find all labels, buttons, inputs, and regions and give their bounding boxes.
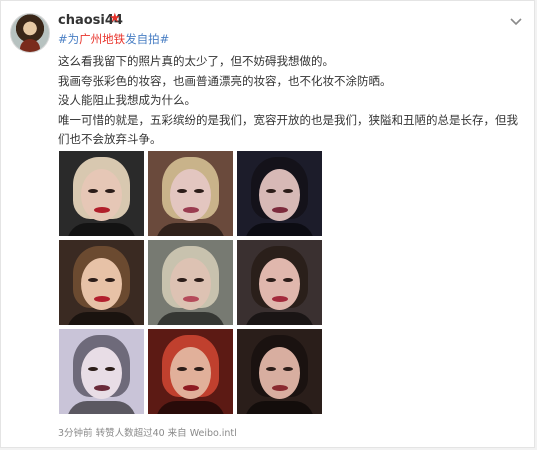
topic-suffix: 发自拍# [125, 32, 170, 46]
photo-grid [59, 151, 322, 414]
post-line: 我画夸张彩色的妆容，也画普通漂亮的妆容，也不化妆不涂防晒。 [58, 73, 392, 88]
photo-thumbnail[interactable] [59, 240, 144, 325]
post-line: 没人能阻止我想成为什么。 [58, 93, 196, 107]
photo-thumbnail[interactable] [237, 151, 322, 236]
photo-thumbnail[interactable] [237, 329, 322, 414]
chevron-down-icon[interactable] [509, 14, 523, 28]
topic-hashtag[interactable]: #为广州地铁发自拍# [58, 31, 169, 47]
photo-thumbnail[interactable] [237, 240, 322, 325]
topic-highlight: 广州地铁 [79, 32, 126, 46]
post-line: 唯一可惜的就是，五彩缤纷的是我们，宽容开放的也是我们，狭隘和丑陋的总是长存，但我… [58, 112, 518, 147]
post-meta: 3分钟前 转赞人数超过40 来自 Weibo.intl [58, 428, 237, 439]
photo-thumbnail[interactable] [59, 151, 144, 236]
topic-prefix: #为 [58, 32, 80, 46]
post-text: 这么看我留下的照片真的太少了，但不妨碍我想做的。 我画夸张彩色的妆容，也画普通漂… [58, 52, 528, 150]
weibo-post-card: chaosi44 ★ #为广州地铁发自拍# 这么看我留下的照片真的太少了，但不妨… [0, 0, 535, 448]
photo-thumbnail[interactable] [148, 151, 233, 236]
photo-thumbnail[interactable] [59, 329, 144, 414]
red-star-badge-icon: ★ [109, 11, 121, 26]
avatar[interactable] [10, 13, 50, 53]
photo-thumbnail[interactable] [148, 240, 233, 325]
post-line: 这么看我留下的照片真的太少了，但不妨碍我想做的。 [58, 54, 334, 68]
photo-thumbnail[interactable] [148, 329, 233, 414]
